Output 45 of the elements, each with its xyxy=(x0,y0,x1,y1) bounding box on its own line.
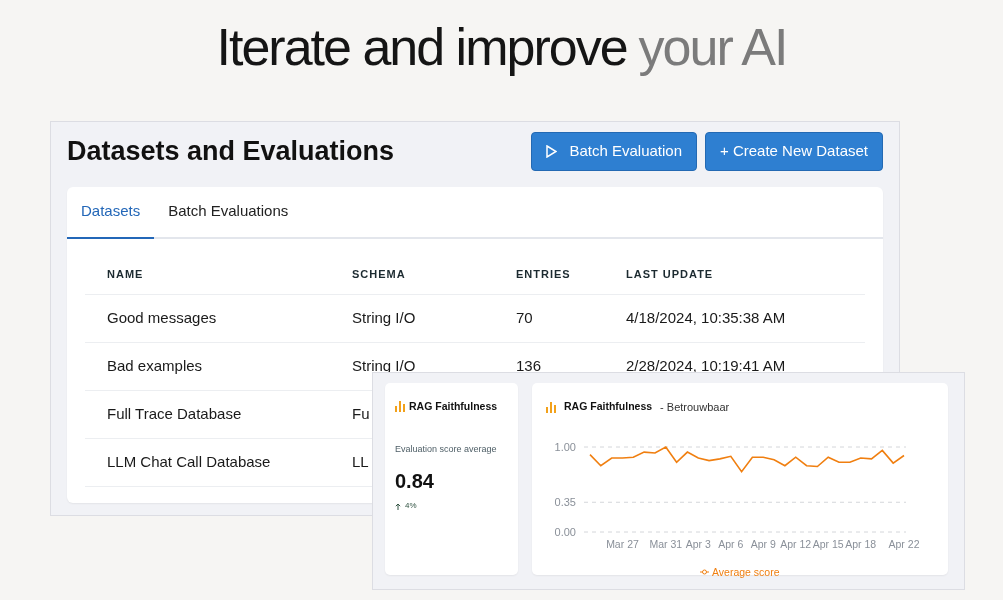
batch-evaluation-button[interactable]: Batch Evaluation xyxy=(531,132,697,171)
table-cell-text: 2/28/2024, 10:19:41 AM xyxy=(626,355,786,376)
legend-label: Average score xyxy=(712,565,780,578)
x-tick-label: Mar 31 xyxy=(649,537,683,550)
y-tick-label: 0.35 xyxy=(554,495,576,508)
table-cell-text: LLM Chat Call Database xyxy=(107,451,271,472)
bar-chart-icon xyxy=(395,401,405,413)
change-text: 4% xyxy=(405,500,417,513)
stat-value: 0.84 xyxy=(395,469,435,495)
column-header: LAST UPDATE xyxy=(626,266,715,282)
y-tick-label: 0.00 xyxy=(554,525,576,538)
card-title: RAG Faithfulness xyxy=(409,399,498,414)
x-tick-label: Apr 18 xyxy=(845,537,877,550)
table-cell-text: Good messages xyxy=(107,307,217,328)
panel-title: Datasets and Evaluations xyxy=(67,135,395,168)
table-cell-text: 136 xyxy=(516,355,542,376)
bar-chart-icon xyxy=(546,401,556,413)
x-tick-label: Mar 27 xyxy=(606,537,639,550)
column-header: SCHEMA xyxy=(352,266,407,282)
column-header: ENTRIES xyxy=(516,266,572,282)
y-tick-label: 1.00 xyxy=(554,440,576,453)
headline-text: Iterate and improve xyxy=(216,17,627,78)
x-tick-label: Apr 6 xyxy=(718,537,744,550)
create-dataset-button[interactable]: + Create New Dataset xyxy=(705,132,883,171)
card-subtitle: - Betrouwbaar xyxy=(660,400,730,415)
column-header: NAME xyxy=(107,266,145,282)
tab[interactable]: Datasets xyxy=(67,186,155,239)
tab[interactable]: Batch Evaluations xyxy=(154,186,303,239)
stat-label: Evaluation score average xyxy=(395,442,498,456)
x-tick-label: Apr 3 xyxy=(685,537,711,550)
x-tick-label: Apr 15 xyxy=(812,537,844,550)
table-cell-text: 70 xyxy=(516,307,533,328)
table-cell-text: Bad examples xyxy=(107,355,203,376)
table-cell-text: LL xyxy=(352,451,369,472)
table-cell-text: Fu xyxy=(352,403,370,424)
table-cell-text: Full Trace Database xyxy=(107,403,242,424)
headline-text: your AI xyxy=(638,17,787,78)
x-tick-label: Apr 12 xyxy=(780,537,812,550)
table-cell-text: 4/18/2024, 10:35:38 AM xyxy=(626,307,786,328)
arrow-up-icon xyxy=(395,502,401,510)
x-tick-label: Apr 22 xyxy=(888,537,920,550)
x-tick-label: Apr 9 xyxy=(750,537,776,550)
card-title: RAG Faithfulness xyxy=(564,399,653,415)
play-icon xyxy=(546,144,558,158)
table-cell-text: String I/O xyxy=(352,307,416,328)
